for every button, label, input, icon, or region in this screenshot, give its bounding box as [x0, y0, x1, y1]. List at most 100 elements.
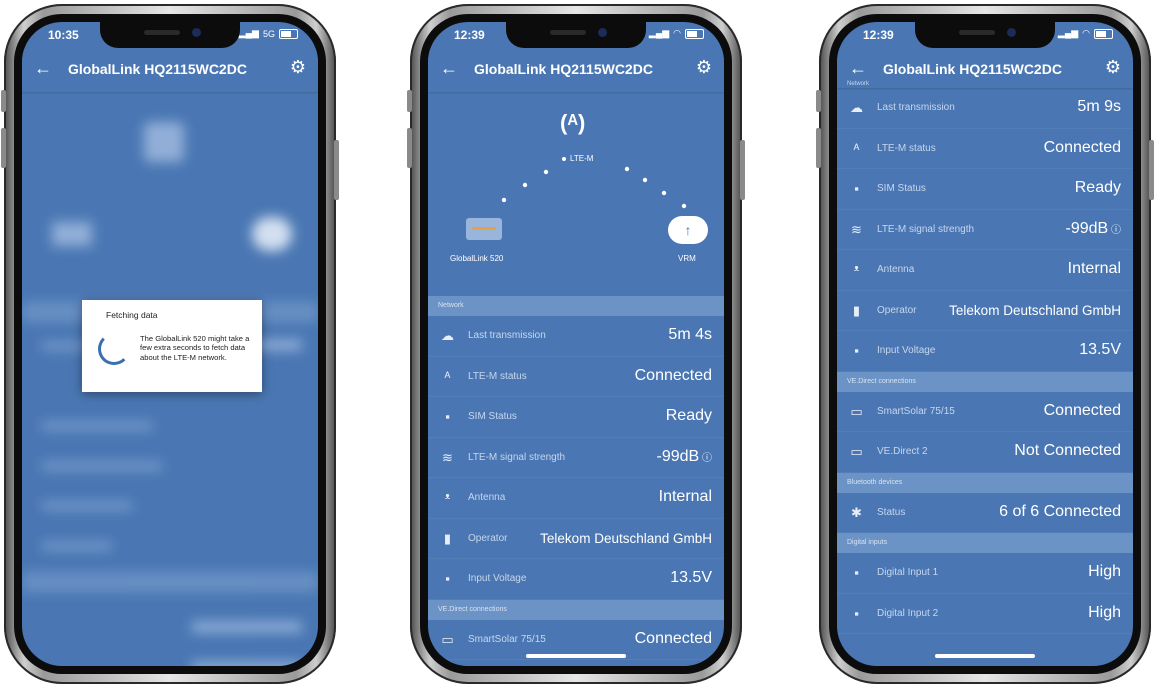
row-label: SIM Status	[877, 183, 926, 194]
list-item[interactable]: ▪ SIM Status Ready	[428, 397, 724, 438]
device-icon: ▭	[850, 403, 863, 419]
list-item[interactable]: ▪ Digital Input 1 High	[837, 553, 1133, 594]
row-label: LTE-M signal strength	[877, 223, 975, 235]
row-label: Input Voltage	[468, 573, 527, 584]
row-label: LTE-M status	[877, 142, 936, 154]
list-item[interactable]: ▪ SIM Status Ready	[837, 169, 1133, 210]
list-item[interactable]: ᴬ LTE-M status Connected	[837, 129, 1133, 169]
row-label: Input Voltage	[877, 345, 936, 356]
dialog-title: Fetching data	[106, 310, 158, 320]
row-value: -99dB ⓘ	[1065, 219, 1121, 237]
list-item[interactable]: ☁ Last transmission 5m 4s	[428, 316, 724, 357]
sim-icon: ▪	[445, 409, 450, 424]
wifi-icon: ≋	[442, 449, 453, 465]
app-bar: ← GlobalLink HQ2115WC2DC ⚙ Network	[837, 48, 1133, 88]
row-value: Connected	[1043, 138, 1121, 156]
device-icon	[466, 218, 502, 240]
list-item[interactable]: ▮ Operator Telekom Deutschland GmbH	[837, 291, 1133, 331]
bluetooth-rows: ✱ Status 6 of 6 Connected	[837, 493, 1133, 533]
notch	[915, 22, 1055, 48]
arrow-left-icon[interactable]: ←	[440, 58, 458, 79]
list-item[interactable]: ▭ SmartSolar 75/15 Connected	[837, 392, 1133, 432]
list-item[interactable]: ▪ Input Voltage 13.5V	[428, 559, 724, 600]
arrow-left-icon[interactable]: ←	[849, 58, 867, 79]
home-indicator	[935, 654, 1035, 658]
antenna-signal-icon: ᵜ	[853, 262, 860, 277]
row-value: 6 of 6 Connected	[999, 502, 1121, 520]
row-label: LTE-M status	[468, 370, 527, 382]
arrow-left-icon[interactable]: ←	[34, 58, 52, 79]
list-item[interactable]: ᵜ Antenna Internal	[837, 250, 1133, 291]
antenna-icon	[144, 122, 184, 162]
row-value: Not Connected	[1014, 442, 1121, 459]
list-item[interactable]: ᵜ Antenna Internal	[428, 478, 724, 519]
row-value: Connected	[1043, 401, 1121, 419]
page-title: GlobalLink HQ2115WC2DC	[474, 61, 653, 77]
row-label: Last transmission	[877, 102, 955, 113]
power-button	[1149, 140, 1154, 200]
cloud-label: VRM	[678, 254, 696, 263]
notch	[506, 22, 646, 48]
signal-icon: ▂▄▆	[238, 28, 259, 38]
row-placeholder	[192, 622, 302, 632]
list-item[interactable]: ▪ Digital Input 2 High	[837, 594, 1133, 634]
battery-icon	[685, 28, 704, 39]
connection-dots	[501, 166, 687, 209]
screen: 12:39 ▂▄▆ ◠ ← GlobalLink HQ2115WC2DC ⚙ (…	[428, 22, 724, 666]
row-value: Ready	[665, 407, 712, 424]
list-item[interactable]: ≋ LTE-M signal strength -99dB ⓘ	[428, 438, 724, 478]
gear-icon[interactable]: ⚙	[290, 57, 306, 78]
phone-2: 12:39 ▂▄▆ ◠ ← GlobalLink HQ2115WC2DC ⚙ (…	[406, 0, 746, 688]
app-bar: ← GlobalLink HQ2115WC2DC ⚙	[22, 48, 318, 92]
row-label: Last transmission	[468, 330, 546, 341]
wifi-status-icon: ◠	[1082, 28, 1090, 38]
row-label: Digital Input 1	[877, 567, 939, 578]
list-item[interactable]: ▮ Operator Telekom Deutschland GmbH	[428, 519, 724, 559]
list-item[interactable]: ≋ LTE-M signal strength -99dB ⓘ	[837, 210, 1133, 250]
list-item[interactable]: ᴬ LTE-M status Connected	[428, 357, 724, 397]
row-value: 5m 9s	[1077, 98, 1121, 115]
list-item[interactable]: ✱ Status 6 of 6 Connected	[837, 493, 1133, 533]
gear-icon[interactable]: ⚙	[696, 57, 712, 78]
status-time: 12:39	[454, 28, 485, 42]
list-item[interactable]: ▭ VE.Direct 2 Not Connected	[837, 432, 1133, 473]
list-item[interactable]: ☁ Last transmission 5m 9s	[837, 88, 1133, 129]
status-time: 12:39	[863, 28, 894, 42]
power-icon: ▪	[445, 571, 450, 586]
battery-icon	[279, 28, 298, 39]
section-network-cut: Network	[847, 81, 870, 87]
row-value: Connected	[634, 629, 712, 647]
screen: 12:39 ▂▄▆ ◠ ← GlobalLink HQ2115WC2DC ⚙ N…	[837, 22, 1133, 666]
volume-button	[816, 128, 821, 168]
row-label: SmartSolar 75/15	[468, 633, 546, 645]
list-item[interactable]: ▪ Input Voltage 13.5V	[837, 331, 1133, 372]
row-label: Operator	[468, 532, 508, 544]
row-value: Connected	[634, 366, 712, 384]
cloud-upload-icon: ☁	[441, 328, 454, 343]
row-label: Operator	[877, 304, 917, 316]
info-icon[interactable]: ⓘ	[699, 453, 712, 464]
status-icons: ▂▄▆ 5G	[239, 28, 298, 39]
info-icon[interactable]: ⓘ	[1108, 225, 1121, 236]
row-placeholder	[42, 462, 162, 470]
dialog-message: The GlobalLink 520 might take a few extr…	[140, 334, 250, 362]
section-ve-direct: VE.Direct connections	[837, 371, 1133, 392]
cloud-upload-icon: ↑	[668, 216, 708, 244]
volume-button	[816, 90, 821, 112]
app-bar: ← GlobalLink HQ2115WC2DC ⚙	[428, 48, 724, 92]
row-placeholder	[192, 662, 302, 666]
row-label: LTE-M signal strength	[468, 451, 566, 463]
row-value: -99dB ⓘ	[656, 447, 712, 465]
row-value: 5m 4s	[668, 326, 712, 343]
device-icon	[52, 222, 92, 246]
input-icon: ▪	[854, 605, 859, 621]
row-value: Telekom Deutschland GmbH	[949, 302, 1121, 318]
row-value: High	[1088, 603, 1121, 621]
page-title: GlobalLink HQ2115WC2DC	[68, 61, 247, 77]
gear-icon[interactable]: ⚙	[1105, 57, 1121, 78]
section-digital-inputs: Digital inputs	[837, 533, 1133, 553]
phone-3: 12:39 ▂▄▆ ◠ ← GlobalLink HQ2115WC2DC ⚙ N…	[815, 0, 1155, 688]
row-label: Digital Input 2	[877, 607, 939, 619]
battery-icon	[1094, 28, 1113, 39]
row-placeholder	[42, 422, 152, 430]
